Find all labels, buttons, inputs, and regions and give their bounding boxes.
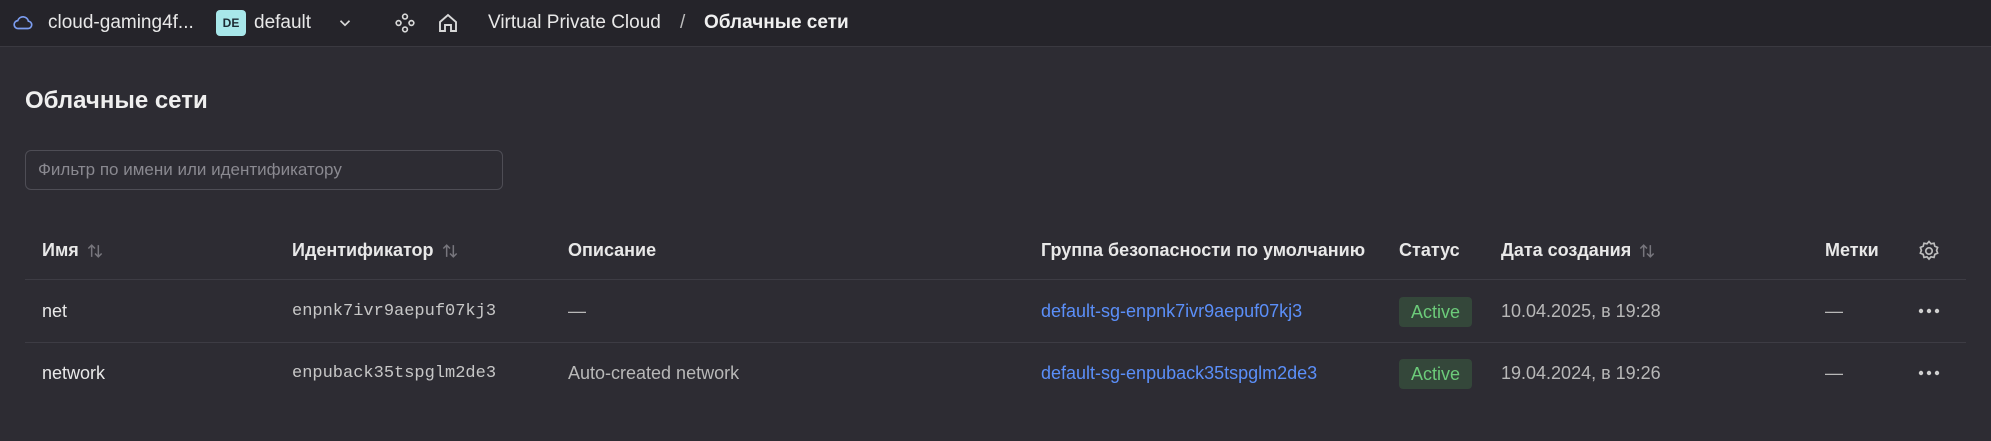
top-bar: cloud-gaming4f... DE default Virtual Pri… [0,0,1991,47]
status-badge: Active [1399,297,1473,327]
column-header-label: Идентификатор [292,240,434,260]
network-description: — [568,301,586,321]
column-header-label: Метки [1825,240,1879,260]
column-header-id[interactable]: Идентификатор [292,240,460,261]
breadcrumb-service-link[interactable]: Virtual Private Cloud [488,12,661,34]
column-header-label: Группа безопасности по умолчанию [1041,240,1366,260]
folder-selector[interactable]: default [254,12,311,34]
cloud-icon[interactable] [12,12,34,34]
column-header-label: Дата создания [1501,240,1632,260]
column-header-labels: Метки [1825,240,1879,261]
network-name[interactable]: network [42,363,105,384]
column-header-label: Статус [1399,240,1460,260]
breadcrumb-current: Облачные сети [704,12,849,33]
column-header-label: Имя [42,240,79,260]
network-id: enpnk7ivr9aepuf07kj3 [292,302,497,321]
column-header-security-group: Группа безопасности по умолчанию [1041,240,1365,261]
breadcrumb-separator: / [680,12,686,33]
more-actions-icon[interactable] [1917,307,1941,315]
filter-input[interactable] [25,150,503,190]
network-description: Auto-created network [568,363,740,383]
more-actions-icon[interactable] [1917,369,1941,377]
services-icon[interactable] [394,12,416,34]
table-row[interactable]: net enpnk7ivr9aepuf07kj3 — default-sg-en… [0,281,1991,341]
security-group-link[interactable]: default-sg-enpuback35tspglm2de3 [1041,363,1317,384]
chevron-down-icon[interactable] [336,14,354,32]
home-icon[interactable] [436,11,460,35]
sort-icon[interactable] [85,241,105,261]
labels-value: — [1825,363,1843,383]
network-name[interactable]: net [42,301,67,322]
column-header-status: Статус [1399,240,1460,261]
folder-badge[interactable]: DE [216,10,246,36]
column-header-label: Описание [568,240,657,260]
network-id: enpuback35tspglm2de3 [292,364,497,383]
gear-icon[interactable] [1917,239,1941,263]
page-title: Облачные сети [25,87,208,114]
table-row[interactable]: network enpuback35tspglm2de3 Auto-create… [0,343,1991,403]
security-group-link[interactable]: default-sg-enpnk7ivr9aepuf07kj3 [1041,301,1302,322]
sort-icon[interactable] [1637,241,1657,261]
column-header-name[interactable]: Имя [42,240,105,261]
column-header-created[interactable]: Дата создания [1501,240,1657,261]
sort-icon[interactable] [440,241,460,261]
created-date: 19.04.2024, в 19:26 [1501,363,1661,383]
created-date: 10.04.2025, в 19:28 [1501,301,1661,321]
status-badge: Active [1399,359,1473,389]
labels-value: — [1825,301,1843,321]
column-header-description: Описание [568,240,656,261]
cloud-selector[interactable]: cloud-gaming4f... [48,12,194,34]
header-divider [25,279,1966,280]
